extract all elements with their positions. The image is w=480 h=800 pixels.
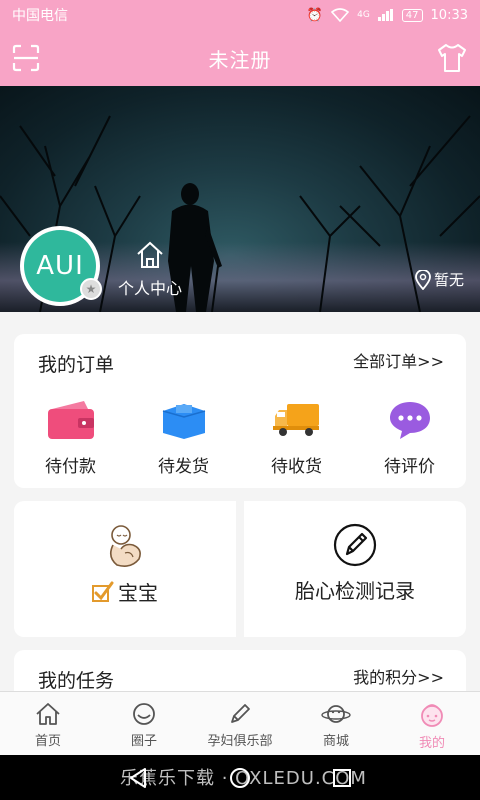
location[interactable]: 暂无 [415, 269, 464, 290]
order-pending-payment-label: 待付款 [45, 457, 96, 477]
chat-bubble-icon [386, 398, 434, 442]
wallet-icon [47, 398, 95, 442]
order-pending-review-label: 待评价 [384, 457, 435, 477]
baby-face-icon [421, 704, 443, 727]
profile-banner: AUI ★ 个人中心 暂无 [0, 86, 480, 312]
network-label: 4G [357, 10, 370, 20]
tab-circle-label: 圈子 [130, 734, 157, 749]
tab-circle[interactable]: 圈子 [96, 692, 192, 755]
tab-mall-label: 商城 [322, 734, 349, 749]
order-pending-shipment-label: 待发货 [158, 457, 209, 477]
home-outline-icon [137, 241, 163, 268]
truck-icon [272, 398, 321, 442]
checkbox-checked-icon[interactable] [92, 581, 114, 603]
star-badge-icon: ★ [80, 278, 102, 300]
order-status-list: 待付款 待发货 待收货 待评价 [14, 398, 466, 477]
wifi-icon [331, 8, 350, 22]
circle-chat-icon [133, 703, 155, 725]
planet-icon [321, 705, 351, 723]
order-pending-receipt-label: 待收货 [271, 457, 322, 477]
personal-center-label: 个人中心 [117, 279, 182, 298]
order-pending-receipt[interactable]: 待收货 [240, 398, 353, 477]
order-pending-payment[interactable]: 待付款 [14, 398, 127, 477]
tab-mine-label: 我的 [418, 736, 445, 751]
location-label: 暂无 [433, 271, 464, 289]
watermark-text: 乐蕉乐下载 · OXLEDU.COM [120, 768, 367, 789]
edit-icon [333, 523, 377, 567]
alarm-icon: ⏰ [306, 7, 324, 23]
baby-icon [109, 525, 141, 567]
order-pending-review[interactable]: 待评价 [353, 398, 466, 477]
tab-mall[interactable]: 商城 [288, 692, 384, 755]
tasks-title: 我的任务 [38, 670, 115, 692]
orders-title: 我的订单 [38, 354, 115, 376]
page-title: 未注册 [208, 47, 272, 72]
scan-icon[interactable] [12, 44, 40, 72]
tab-home-label: 首页 [34, 734, 61, 749]
pencil-icon [231, 704, 250, 723]
clock: 10:33 [430, 7, 468, 23]
tab-mine[interactable]: 我的 [384, 692, 480, 755]
all-orders-link[interactable]: 全部订单>> [353, 348, 444, 372]
carrier-label: 中国电信 [12, 8, 68, 24]
status-bar: 中国电信 ⏰ 4G 47 10:33 [0, 0, 480, 30]
tab-club[interactable]: 孕妇俱乐部 [192, 692, 288, 755]
package-icon [160, 398, 208, 442]
heartbeat-record-card[interactable]: 胎心检测记录 [244, 501, 466, 637]
home-icon [36, 703, 60, 725]
my-orders-card: 我的订单 全部订单>> 待付款 待发货 待收货 待评价 [14, 334, 466, 488]
bottom-tab-bar: 首页 圈子 孕妇俱乐部 商城 我的 [0, 691, 480, 755]
order-pending-shipment[interactable]: 待发货 [127, 398, 240, 477]
tab-club-label: 孕妇俱乐部 [207, 734, 273, 749]
heartbeat-label: 胎心检测记录 [295, 579, 415, 603]
signal-icon [377, 9, 393, 21]
battery-icon: 47 [401, 8, 423, 22]
personal-center-link[interactable]: 个人中心 [110, 241, 190, 299]
baby-card[interactable]: 宝宝 [14, 501, 236, 637]
my-points-link[interactable]: 我的积分>> [353, 664, 444, 688]
location-pin-icon [415, 269, 431, 290]
tab-home[interactable]: 首页 [0, 692, 96, 755]
title-bar: 未注册 [0, 30, 480, 86]
shirt-icon[interactable] [436, 42, 468, 74]
baby-label: 宝宝 [118, 581, 158, 605]
avatar[interactable]: AUI ★ [20, 226, 102, 306]
